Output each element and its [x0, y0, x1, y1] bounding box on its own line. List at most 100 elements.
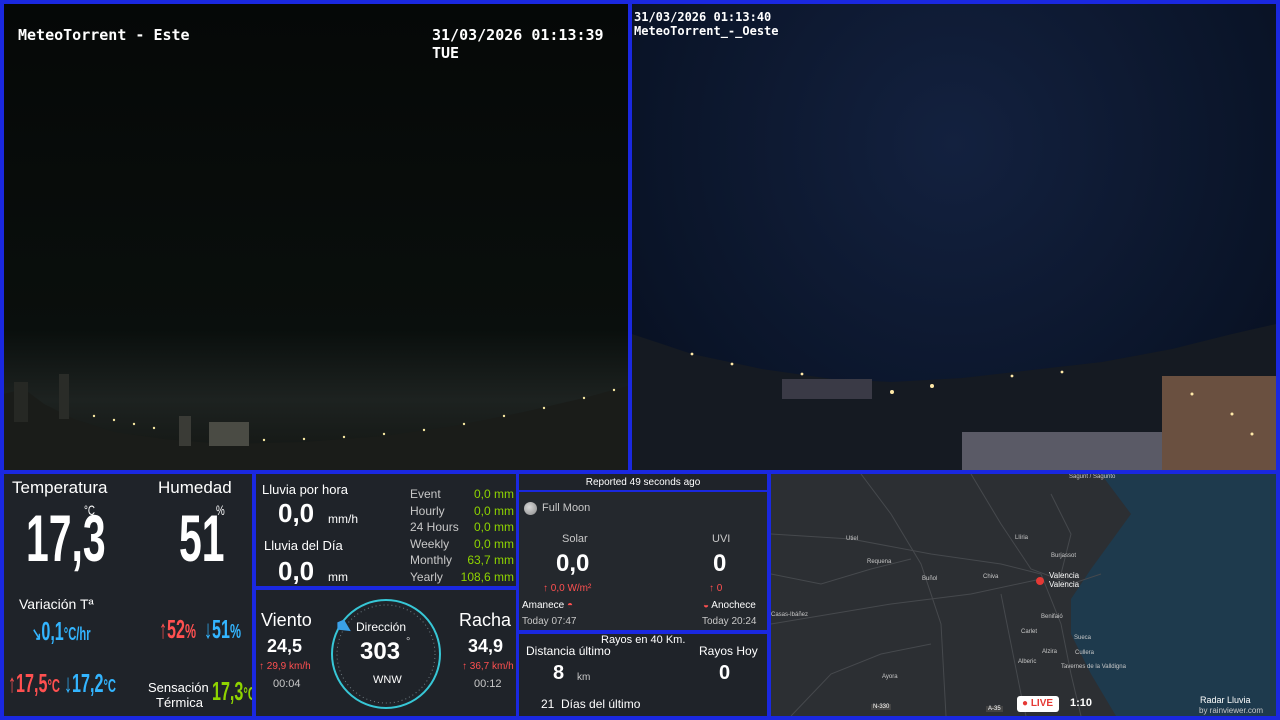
camera-west: 31/03/2026 01:13:40 MeteoTorrent_-_Oeste: [632, 4, 1276, 470]
road-label: A-35: [986, 706, 1003, 712]
radar-credit-title: Radar Lluvia: [1200, 695, 1251, 705]
rain-stat-row: Yearly 108,6 mm: [410, 569, 514, 584]
map-place: Casas-Ibáñez: [771, 612, 809, 618]
humidity-value: 51: [179, 501, 225, 575]
gust-label: Racha: [459, 610, 512, 630]
moon-icon: [524, 502, 537, 515]
map-place: Valencia: [1049, 571, 1080, 580]
lightning-distance-unit: km: [577, 672, 591, 683]
reported-text: Reported 49 seconds ago: [585, 477, 701, 488]
live-dot-icon: ●: [1022, 698, 1029, 709]
map-place: Alberic: [1018, 659, 1037, 665]
solar-value: 0,0: [556, 550, 590, 577]
sunrise-icon: ◓: [567, 600, 574, 611]
thermo-up-icon: ↑: [259, 661, 267, 672]
wind-needle: [337, 619, 351, 632]
map-place: Benifaió: [1041, 614, 1063, 620]
solar-label: Solar: [562, 533, 588, 545]
lightning-panel: Rayos en 40 Km. Distancia último 8 km Ra…: [519, 634, 767, 716]
wind-panel: Viento 24,5 ↑ 29,9 km/h 00:04 Dirección …: [256, 590, 516, 716]
wind-direction-arrow-icon: [337, 619, 351, 632]
rain-stat-row: 24 Hours 0,0 mm: [410, 520, 514, 534]
humidity-label: Humedad: [158, 478, 232, 497]
lightning-title: Rayos en 40 Km.: [601, 634, 686, 646]
east-skyline: [4, 374, 628, 470]
rain-hour-value: 0,0: [278, 498, 315, 528]
east-camera-timestamp: 31/03/2026 01:13:39 TUE: [432, 26, 604, 62]
direction-degree-symbol: °: [406, 636, 411, 648]
wind-max-time: 00:04: [273, 678, 301, 690]
gust-time: 00:12: [474, 678, 502, 690]
sunset-label: ◒ Anochece: [703, 600, 756, 611]
temp-humidity-panel: Temperatura 17,3 °C Humedad 51 % Variaci…: [4, 474, 252, 716]
uvi-max: ↑ 0: [709, 583, 723, 594]
temperature-label: Temperatura: [12, 478, 108, 497]
temp-variation: ↘0,1°C/hr: [32, 616, 91, 646]
feels-like-value: 17,3°C: [212, 676, 252, 706]
moon-phase: Full Moon: [542, 502, 591, 514]
wind-max: ↑ 29,9 km/h: [259, 661, 311, 672]
live-label: LIVE: [1030, 698, 1054, 709]
trend-down-icon: ↘: [32, 624, 42, 644]
sunrise-label: Amanece ◓: [522, 600, 574, 611]
thermo-up-icon: ↑: [8, 668, 17, 698]
radar-credit-source: by rainviewer.com: [1199, 706, 1264, 715]
station-marker-icon: [1036, 577, 1044, 585]
map-place: Alzira: [1042, 649, 1058, 655]
map-place: Utiel: [846, 536, 859, 542]
uvi-label: UVI: [712, 533, 731, 545]
map-place: Buñol: [922, 576, 938, 582]
east-camera-title: MeteoTorrent - Este: [18, 26, 190, 44]
road-label: N-330: [871, 704, 892, 710]
thermo-up-icon: ↑: [159, 614, 168, 644]
reported-banner: Reported 49 seconds ago: [519, 474, 767, 492]
rain-day-label: Lluvia del Día: [264, 538, 343, 553]
map-place: Burjassot: [1051, 553, 1077, 559]
west-camera-title: MeteoTorrent_-_Oeste: [634, 24, 779, 38]
direction-text: WNW: [373, 674, 402, 686]
temperature-value: 17,3: [26, 501, 106, 575]
rain-hour-label: Lluvia por hora: [262, 482, 348, 497]
map-place: Sagunt / Sagunto: [1069, 474, 1116, 480]
lightning-distance-label: Distancia último: [526, 644, 611, 658]
map-place: Carlet: [1021, 629, 1038, 635]
thermo-up-icon: ↑: [709, 583, 717, 594]
thermo-down-icon: ↓: [204, 614, 213, 644]
rain-hour-unit: mm/h: [328, 512, 358, 526]
solar-max: ↑ 0,0 W/m²: [543, 583, 592, 594]
map-place: Cullera: [1075, 650, 1095, 656]
map-place: Requena: [867, 559, 892, 565]
temp-variation-label: Variación Tª: [19, 596, 94, 612]
solar-uv-panel: Reported 49 seconds ago Full Moon Solar …: [519, 474, 767, 630]
sunrise-time: Today 07:47: [522, 616, 577, 627]
sunset-time: Today 20:24: [702, 616, 757, 627]
humidity-min: ↓51%: [204, 614, 242, 644]
rain-stats: Event 0,0 mm Hourly 0,0 mm 24 Hours 0,0 mm …: [410, 486, 514, 585]
thermo-down-icon: ↓: [64, 668, 73, 698]
lightning-distance-value: 8: [553, 662, 565, 684]
lightning-today-label: Rayos Hoy: [699, 644, 758, 658]
wind-value: 24,5: [267, 636, 303, 656]
thermo-up-icon: ↑: [543, 583, 551, 594]
gust-value: 34,9: [468, 636, 504, 656]
rain-panel: Lluvia por hora 0,0 mm/h Lluvia del Día …: [256, 474, 516, 586]
feels-like-label-1: Sensación: [148, 680, 209, 695]
west-camera-timestamp: 31/03/2026 01:13:40: [634, 10, 772, 24]
live-button[interactable]: ● LIVE: [1017, 696, 1059, 712]
direction-label: Dirección: [356, 620, 407, 634]
camera-east: MeteoTorrent - Este 31/03/2026 01:13:39 …: [4, 4, 628, 470]
map-place: Chiva: [983, 574, 999, 580]
sunset-icon: ◒: [703, 600, 710, 611]
rain-radar-map[interactable]: Sagunt / Sagunto Llíria Burjassot Valenc…: [771, 474, 1276, 716]
humidity-unit: %: [216, 502, 225, 518]
gust-max: ↑ 36,7 km/h: [462, 661, 514, 672]
map-place: Sueca: [1074, 635, 1092, 641]
radar-time: 1:10: [1070, 697, 1093, 709]
map-place: Tavernes de la Valldigna: [1061, 664, 1126, 670]
feels-like-label-2: Térmica: [156, 695, 203, 710]
rain-day-unit: mm: [328, 570, 348, 584]
thermo-up-icon: ↑: [462, 661, 470, 672]
rain-stat-row: Event 0,0 mm: [410, 487, 514, 501]
uvi-value: 0: [713, 550, 727, 577]
map-place: Llíria: [1015, 535, 1029, 541]
